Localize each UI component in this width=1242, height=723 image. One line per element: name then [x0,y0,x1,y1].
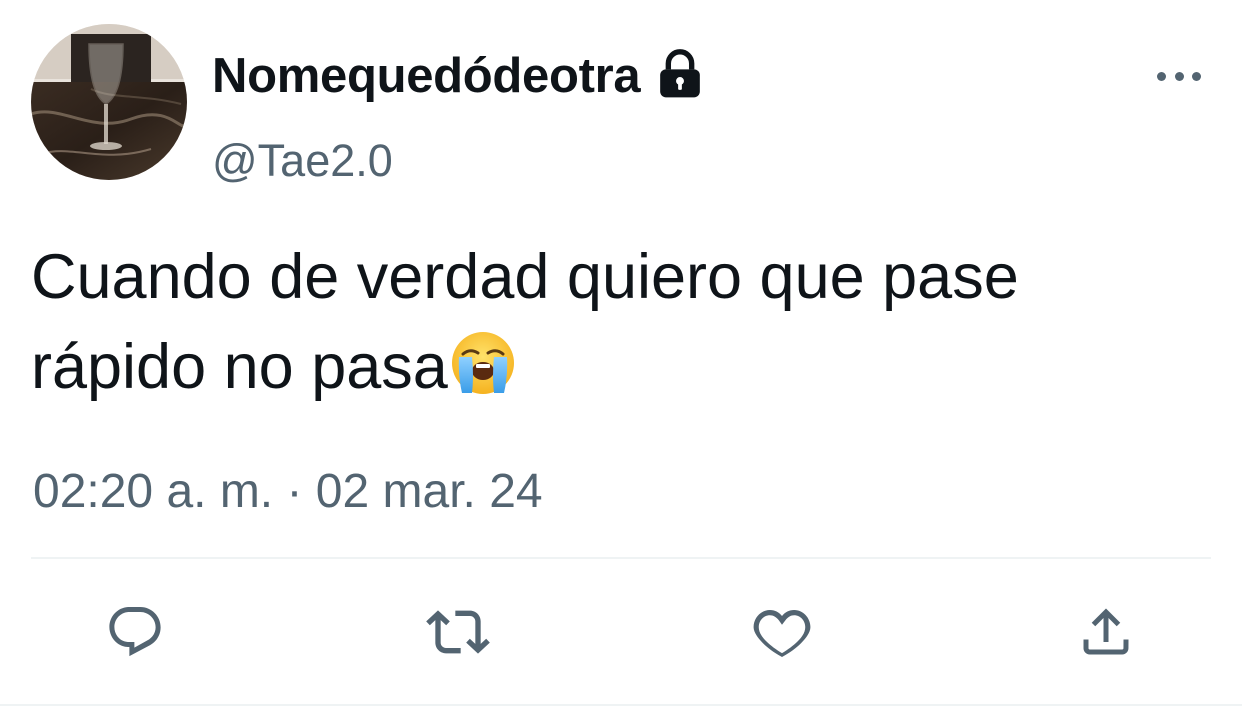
like-icon[interactable] [750,600,814,664]
display-name[interactable]: Nomequedódeotra [212,45,641,107]
lock-icon [652,46,708,107]
tweet-timestamp[interactable]: 02:20 a. m. · 02 mar. 24 [33,462,543,522]
user-handle[interactable]: @Tae2.0 [212,133,393,189]
divider [31,557,1211,559]
share-icon[interactable] [1074,600,1138,664]
tweet-text: Cuando de verdad quiero que pase rápido … [31,232,1236,420]
user-name-row[interactable]: Nomequedódeotra [212,44,708,107]
avatar[interactable] [31,24,187,180]
bottom-divider [0,704,1242,706]
more-options-icon[interactable] [1157,68,1201,84]
avatar-image [31,24,187,180]
loudly-crying-face-emoji-icon [450,330,516,420]
tweet-body: Cuando de verdad quiero que pase rápido … [31,242,1019,402]
retweet-icon[interactable] [426,600,490,664]
reply-icon[interactable] [103,600,167,664]
